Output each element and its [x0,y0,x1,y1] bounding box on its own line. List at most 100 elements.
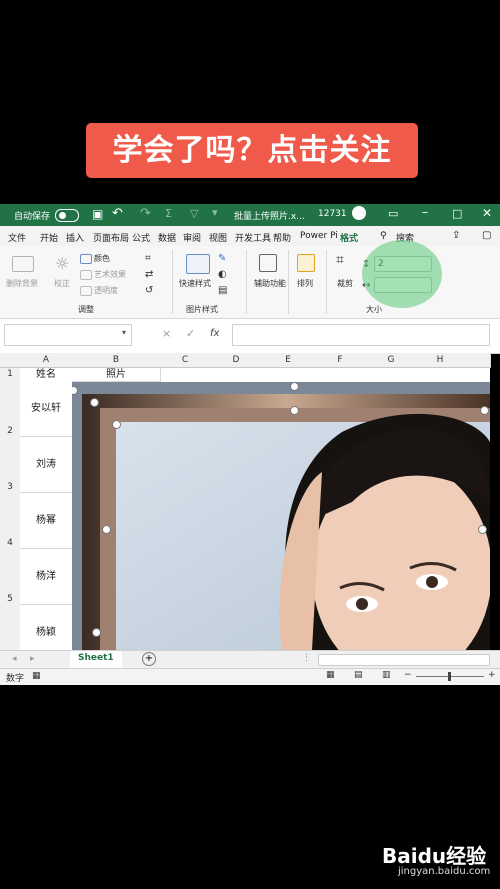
crop-button[interactable]: 裁剪 [337,278,353,289]
next-sheet-icon[interactable]: ▸ [30,654,35,664]
alt-text-icon [259,254,277,272]
picture-effects-icon[interactable]: ◐ [218,269,227,280]
remove-background-button[interactable]: 删除背景 [6,278,38,289]
prev-sheet-icon[interactable]: ◂ [12,654,17,664]
rotate-handle[interactable] [290,382,299,391]
col-header-c[interactable]: C [160,353,211,368]
picture-border-icon[interactable]: ✎ [218,253,226,264]
color-button[interactable]: 颜色 [94,253,110,264]
ribbon-display-icon[interactable]: ▭ [388,207,398,220]
close-icon[interactable]: ✕ [482,206,492,220]
col-header-f[interactable]: F [314,353,367,368]
cell-a6[interactable]: 杨颖 [20,605,73,651]
resize-handle-right[interactable] [478,525,487,534]
tab-page-layout[interactable]: 页面布局 [93,231,129,244]
minimize-icon[interactable]: – [422,205,428,219]
row-header-6[interactable] [0,605,21,651]
status-mode: 数字 [6,674,25,684]
share-icon[interactable]: ⇪ [452,230,460,241]
cancel-icon[interactable]: × [162,327,171,340]
formula-input[interactable] [232,324,490,346]
remove-background-icon [12,256,34,272]
tab-view[interactable]: 视图 [209,231,227,244]
col-header-a[interactable]: A [20,353,73,368]
page-layout-view-icon[interactable]: ▤ [354,670,363,680]
more-options-icon[interactable]: ⋮ [302,653,311,663]
add-sheet-button[interactable]: + [142,652,156,666]
row-header-3[interactable]: 3 [0,437,21,494]
page-break-view-icon[interactable]: ▥ [382,670,391,680]
cell-a3[interactable]: 刘涛 [20,437,73,493]
customize-icon[interactable]: ▾ [212,206,218,219]
undo-icon[interactable]: ↶ [112,206,123,221]
cell-a5[interactable]: 杨洋 [20,549,73,605]
save-icon[interactable]: ▣ [92,207,103,221]
tab-file[interactable]: 文件 [8,231,26,244]
follow-banner: 学会了吗？点击关注 [86,123,418,178]
photo-portrait [72,382,490,650]
resize-handle-top-right[interactable] [480,406,489,415]
tab-formulas[interactable]: 公式 [132,231,150,244]
name-box-dropdown-icon[interactable]: ▾ [122,328,126,337]
resize-handle-left[interactable] [102,525,111,534]
zoom-in-icon[interactable]: + [488,670,496,680]
selected-picture[interactable] [72,382,490,650]
tab-home[interactable]: 开始 [40,231,58,244]
col-header-g[interactable]: G [366,353,417,368]
tab-help[interactable]: 帮助 [273,231,291,244]
tab-insert[interactable]: 插入 [66,231,84,244]
cell-a4[interactable]: 杨幂 [20,493,73,549]
select-all-corner[interactable] [0,353,21,368]
file-name: 批量上传照片.x... [234,212,305,222]
name-box[interactable] [4,324,132,346]
redo-icon[interactable]: ↷ [140,206,151,221]
col-header-i[interactable] [464,353,491,368]
crop-icon: ⌗ [336,252,344,268]
group-adjust-label: 调整 [78,305,94,314]
col-header-d[interactable]: D [210,353,263,368]
resize-handle-inner-top-left[interactable] [90,398,99,407]
tab-power-pivot[interactable]: Power Pi [300,231,338,241]
insert-function-icon[interactable]: fx [210,328,219,339]
group-size-label: 大小 [366,305,382,314]
autosave-toggle[interactable] [55,209,79,222]
maximize-icon[interactable]: □ [452,207,462,220]
cell-a2[interactable]: 安以轩 [20,381,73,437]
comments-icon[interactable]: ▢ [482,230,491,241]
resize-handle-top[interactable] [290,406,299,415]
arrange-button[interactable]: 排列 [297,278,313,289]
row-header-2[interactable]: 2 [0,381,21,438]
search-icon[interactable]: ⚲ [380,231,387,241]
correct-button[interactable]: 校正 [54,278,70,289]
art-effects-button[interactable]: 艺术效果 [94,269,126,280]
row-header-4[interactable]: 4 [0,493,21,550]
resize-handle-bottom-left[interactable] [92,628,101,637]
filter-icon[interactable]: ▽ [190,207,198,220]
quick-styles-button[interactable]: 快速样式 [179,278,211,289]
col-header-e[interactable]: E [262,353,315,368]
resize-handle-inner-corner[interactable] [112,420,121,429]
cell-a1[interactable]: 姓名 [20,368,73,382]
col-header-b[interactable]: B [72,353,161,368]
reset-picture-icon[interactable]: ↺ [145,285,153,296]
tab-review[interactable]: 审阅 [183,231,201,244]
zoom-slider-thumb[interactable] [448,672,451,681]
col-header-h[interactable]: H [416,353,465,368]
normal-view-icon[interactable]: ▦ [326,670,335,680]
tab-developer[interactable]: 开发工具 [235,231,271,244]
tab-data[interactable]: 数据 [158,231,176,244]
cell-b1[interactable]: 照片 [72,368,161,382]
picture-layout-icon[interactable]: ▤ [218,285,227,296]
macro-record-icon[interactable]: ▦ [32,671,41,681]
zoom-out-icon[interactable]: − [404,670,412,680]
compress-icon[interactable]: ⌗ [145,253,151,264]
account-avatar[interactable] [352,206,366,220]
confirm-icon[interactable]: ✓ [186,327,195,340]
transparency-button[interactable]: 透明度 [94,285,118,296]
accessibility-button[interactable]: 辅助功能 [254,278,286,289]
row-header-1[interactable]: 1 [0,368,21,382]
autosum-icon[interactable]: Σ [165,207,172,220]
horizontal-scrollbar[interactable] [318,654,490,666]
change-picture-icon[interactable]: ⇄ [145,269,153,280]
row-header-5[interactable]: 5 [0,549,21,606]
